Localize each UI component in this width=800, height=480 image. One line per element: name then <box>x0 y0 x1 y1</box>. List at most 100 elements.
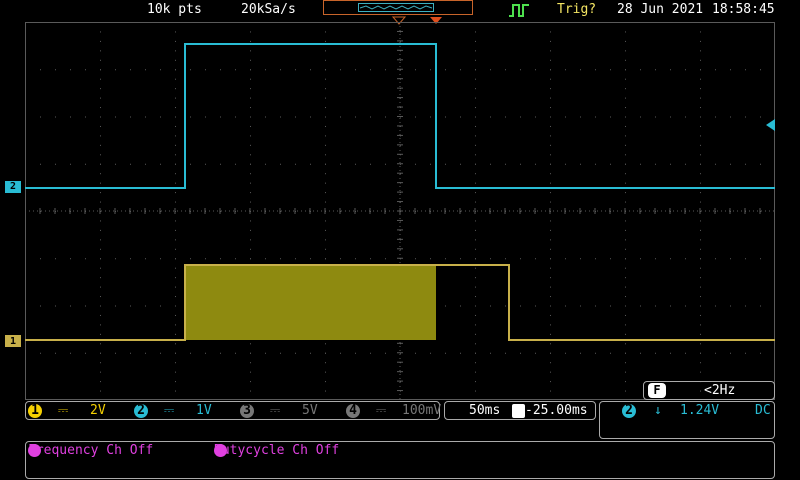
ch2-scale: 1V <box>196 403 212 418</box>
grid-dot <box>325 125 326 127</box>
grid-dot <box>760 258 761 260</box>
measurement-label: Frequency Ch Off <box>28 443 154 458</box>
grid-dot <box>40 352 41 354</box>
grid-dot <box>250 40 251 42</box>
waveform-display[interactable] <box>25 22 775 400</box>
ch1-ground-marker[interactable]: 1 <box>5 335 21 347</box>
grid-dot <box>175 248 176 250</box>
grid-dot <box>655 116 656 118</box>
grid-dot <box>340 163 341 165</box>
timebase-box[interactable]: 50ms H -25.00ms <box>444 401 596 420</box>
grid-dot <box>175 371 176 373</box>
ch1-burst-region <box>185 265 436 340</box>
grid-dot <box>550 362 551 364</box>
grid-dot <box>700 78 701 80</box>
grid-dot <box>760 69 761 71</box>
grid-dot <box>730 69 731 71</box>
grid-dot <box>655 69 656 71</box>
grid-dot <box>460 305 461 307</box>
ch2-scale-group[interactable]: 2 ⎓ 1V <box>134 403 212 418</box>
grid-dot <box>325 173 326 175</box>
grid-dot <box>475 314 476 316</box>
grid-dot <box>640 116 641 118</box>
grid-dot <box>220 352 221 354</box>
trigger-info-box[interactable]: 2 ↓ 1.24V DC <box>599 401 775 439</box>
grid-dot <box>550 248 551 250</box>
grid-dot <box>745 305 746 307</box>
channel-scale-bar: 1 ⎓ 2V 2 ⎓ 1V 3 ⎓ 5V 4 ⎓ 100mV <box>25 401 441 420</box>
grid-dot <box>250 173 251 175</box>
grid-dot <box>175 78 176 80</box>
grid-dot <box>310 116 311 118</box>
grid-dot <box>625 173 626 175</box>
filter-box[interactable]: F <2Hz <box>643 381 775 400</box>
grid-dot <box>475 352 476 354</box>
grid-dot <box>700 135 701 137</box>
grid-dot <box>550 107 551 109</box>
memory-overview-bar[interactable] <box>323 0 473 15</box>
measurement-box[interactable]: 3 Frequency Ch Off 3 Dutycycle Ch Off <box>25 441 775 479</box>
grid-dot <box>325 50 326 52</box>
grid-dot <box>175 220 176 222</box>
grid-dot <box>550 324 551 326</box>
grid-dot <box>550 116 551 118</box>
time: 18:58:45 <box>712 2 775 17</box>
grid-dot <box>175 59 176 61</box>
grid-dot <box>85 69 86 71</box>
grid-dot <box>475 239 476 241</box>
grid-dot <box>490 305 491 307</box>
grid-dot <box>325 192 326 194</box>
grid-dot <box>625 239 626 241</box>
grid-dot <box>325 352 326 354</box>
grid-dot <box>700 107 701 109</box>
grid-dot <box>445 305 446 307</box>
grid-dot <box>100 125 101 127</box>
grid-dot <box>250 125 251 127</box>
ch1-scale-group[interactable]: 1 ⎓ 2V <box>28 403 106 418</box>
grid-dot <box>175 182 176 184</box>
ch4-number: 4 <box>346 404 360 418</box>
grid-dot <box>745 163 746 165</box>
grid-dot <box>340 116 341 118</box>
ch4-scale-group[interactable]: 4 ⎓ 100mV <box>346 403 441 418</box>
grid-dot <box>130 305 131 307</box>
grid-dot <box>625 78 626 80</box>
grid-dot <box>160 163 161 165</box>
grid-dot <box>175 163 176 165</box>
grid-dot <box>550 352 551 354</box>
grid-dot <box>175 239 176 241</box>
grid-dot <box>370 163 371 165</box>
grid-dot <box>505 305 506 307</box>
grid-dot <box>625 50 626 52</box>
grid-dot <box>115 305 116 307</box>
grid-dot <box>220 258 221 260</box>
trigger-status: Trig? <box>557 2 597 17</box>
grid-dot <box>340 258 341 260</box>
grid-dot <box>325 182 326 184</box>
ch3-scale-group[interactable]: 3 ⎓ 5V <box>240 403 318 418</box>
grid-dot <box>175 107 176 109</box>
grid-dot <box>265 163 266 165</box>
grid-dot <box>100 50 101 52</box>
grid-dot <box>625 296 626 298</box>
grid-dot <box>145 116 146 118</box>
grid-dot <box>100 31 101 33</box>
grid-dot <box>685 352 686 354</box>
grid-dot <box>505 163 506 165</box>
horizontal-position: -25.00ms <box>525 403 588 418</box>
grid-dot <box>700 258 701 260</box>
grid-dot <box>475 201 476 203</box>
grid-dot <box>55 69 56 71</box>
grid-dot <box>475 50 476 52</box>
grid-dot <box>250 371 251 373</box>
grid-dot <box>610 69 611 71</box>
grid-dot <box>715 305 716 307</box>
grid-dot <box>130 163 131 165</box>
grid-dot <box>100 305 101 307</box>
grid-dot <box>115 69 116 71</box>
grid-dot <box>550 314 551 316</box>
grid-dot <box>610 258 611 260</box>
trigger-level-marker-icon[interactable] <box>766 119 775 131</box>
grid-dot <box>550 390 551 392</box>
ch2-ground-marker[interactable]: 2 <box>5 181 21 193</box>
